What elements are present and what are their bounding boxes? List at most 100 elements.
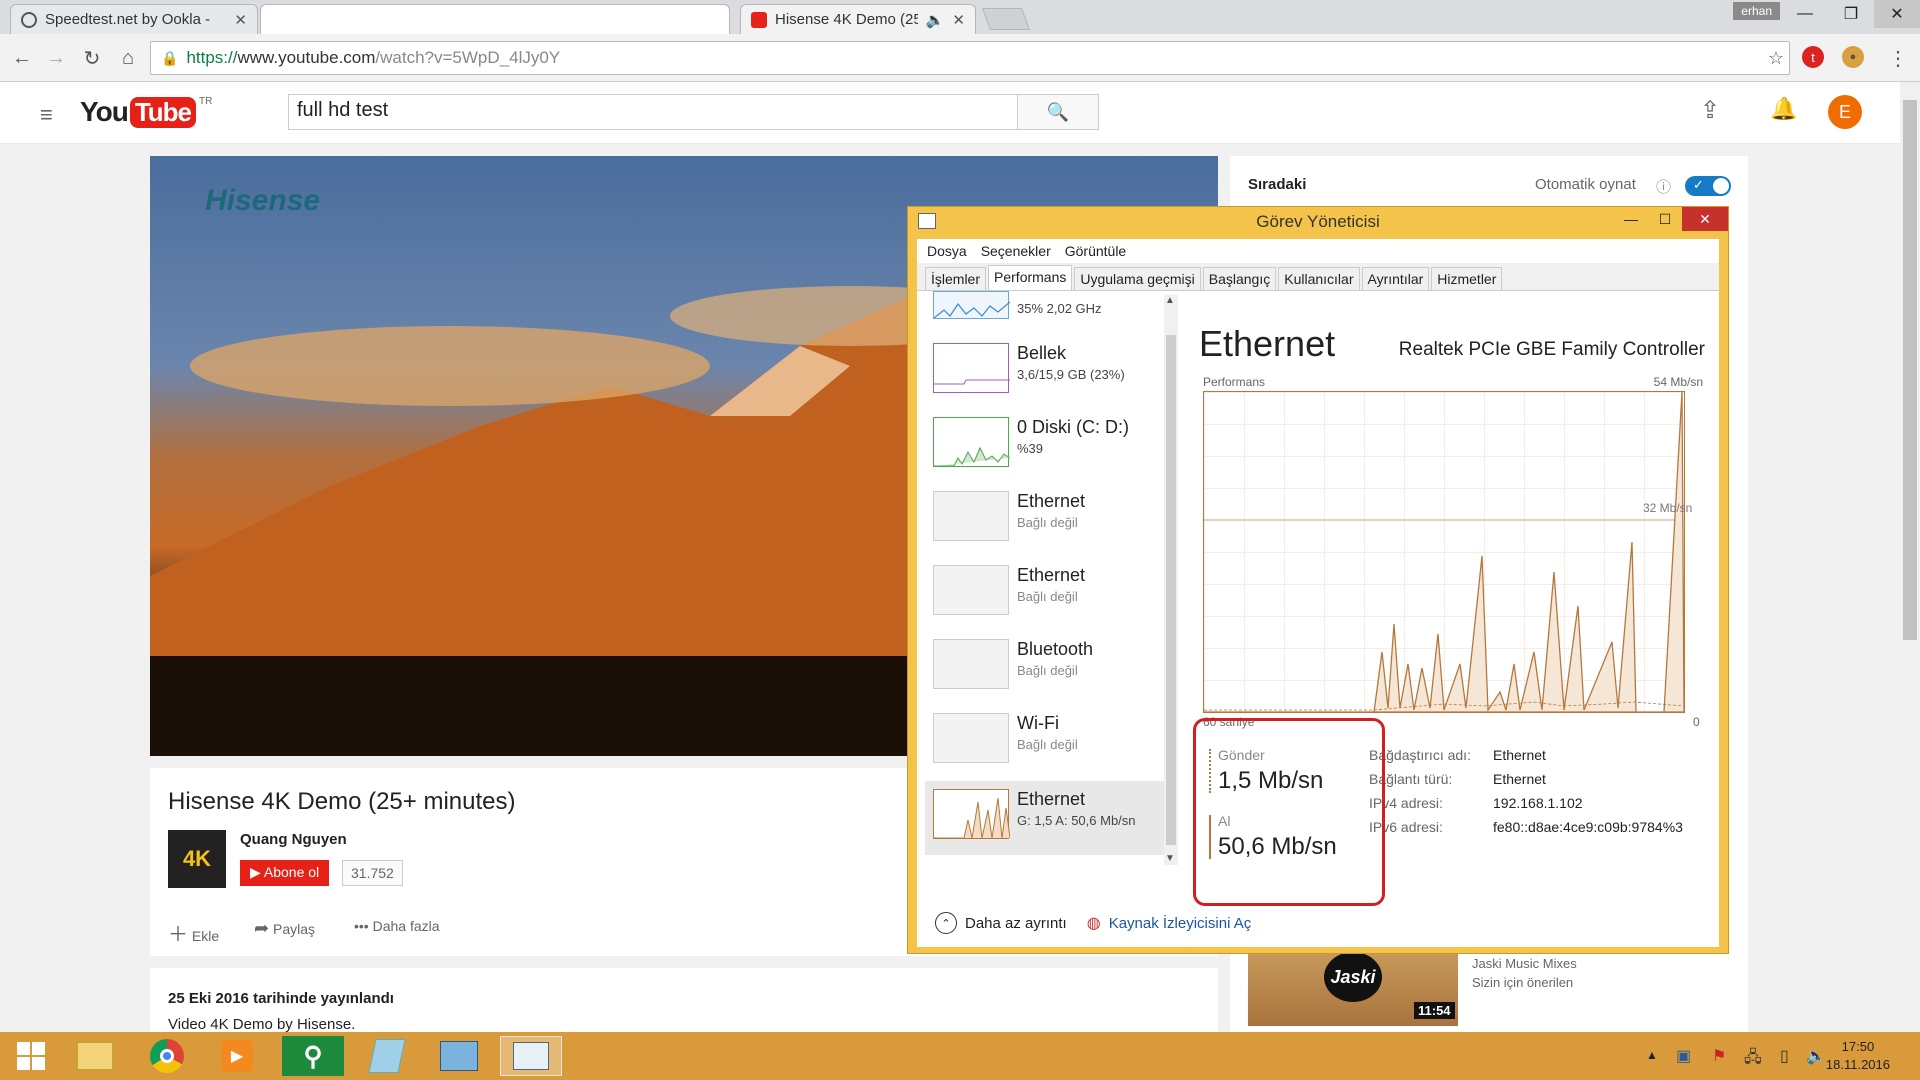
perf-item-ethernet-active[interactable]: Ethernet G: 1,5 A: 50,6 Mb/sn [925, 781, 1165, 855]
search-app-icon[interactable]: ⚲ [282, 1036, 344, 1076]
notes-app-icon[interactable] [356, 1036, 418, 1076]
recommended-channel[interactable]: Jaski Music Mixes [1472, 956, 1577, 971]
channel-name[interactable]: Quang Nguyen [240, 831, 347, 848]
perf-item-disk[interactable]: 0 Diski (C: D:) %39 [925, 409, 1165, 483]
plus-icon: ＋ [168, 924, 188, 946]
start-button[interactable] [0, 1036, 62, 1076]
perf-item-ethernet-1[interactable]: Ethernet Bağlı değil [925, 483, 1165, 557]
windows-taskbar: ▶ ⚲ ▲ ▣ ⚑ 🖧 ▯ 🔈 17:50 18.11.2016 [0, 1032, 1920, 1080]
chrome-icon[interactable] [136, 1036, 198, 1076]
autoplay-toggle[interactable]: ✓ [1685, 176, 1731, 196]
close-window-icon[interactable]: ✕ [1874, 0, 1920, 28]
network-icon[interactable]: 🖧 [1744, 1046, 1762, 1073]
page-scrollbar-thumb[interactable] [1903, 100, 1917, 640]
tab-users[interactable]: Kullanıcılar [1278, 267, 1360, 290]
maximize-icon[interactable]: ❐ [1828, 0, 1874, 28]
perf-item-cpu[interactable]: 35% 2,02 GHz [925, 291, 1165, 335]
graph-zero-label: 0 [1693, 715, 1700, 729]
youtube-header: ≡ You Tube TR full hd test 🔍 ⇪ 🔔 E [0, 82, 1900, 144]
home-icon[interactable]: ⌂ [114, 44, 142, 72]
task-manager-tabs: İşlemler Performans Uygulama geçmişi Baş… [917, 263, 1719, 291]
menu-dots-icon[interactable]: ⋮ [1884, 44, 1912, 72]
tab-blank[interactable] [260, 4, 730, 34]
profile-chip[interactable]: erhan [1733, 2, 1780, 20]
subscribe-button[interactable]: ▶ Abone ol [240, 860, 330, 886]
tab-details[interactable]: Ayrıntılar [1361, 267, 1430, 290]
tab-speedtest[interactable]: Speedtest.net by Ookla - ✕ [10, 4, 258, 34]
minimize-icon[interactable]: — [1782, 0, 1828, 28]
collapse-chevron-icon[interactable]: ⌃ [935, 912, 957, 934]
video-brand-watermark: Hisense [205, 184, 321, 217]
check-icon: ✓ [1693, 177, 1704, 192]
tab-startup[interactable]: Başlangıç [1202, 267, 1277, 290]
perf-item-sub: Bağlı değil [1017, 663, 1078, 678]
video-duration: 11:54 [1414, 1002, 1455, 1019]
jaski-logo: Jaski [1324, 952, 1382, 1002]
ethernet-mini-graph [933, 491, 1009, 541]
back-icon[interactable]: ← [8, 44, 36, 72]
logo-you: You [80, 96, 129, 127]
youtube-logo[interactable]: You Tube TR [80, 96, 212, 128]
prop-value: Ethernet [1493, 771, 1546, 787]
notifications-bell-icon[interactable]: 🔔 [1770, 96, 1797, 122]
more-button[interactable]: ••• Daha fazla [354, 918, 440, 934]
play-icon: ▶ [250, 864, 264, 880]
volume-icon[interactable]: 🔈 [1806, 1046, 1826, 1066]
autoplay-label: Otomatik oynat [1535, 176, 1636, 193]
perf-item-name: Bellek [1017, 343, 1067, 363]
maximize-icon[interactable]: ☐ [1648, 207, 1682, 231]
perf-item-memory[interactable]: Bellek 3,6/15,9 GB (23%) [925, 335, 1165, 409]
new-tab-button[interactable] [981, 8, 1031, 30]
taskbar-clock[interactable]: 17:50 18.11.2016 [1826, 1038, 1890, 1074]
tray-app-icon[interactable]: ▣ [1676, 1046, 1691, 1066]
task-manager-footer: ⌃ Daha az ayrıntı ◍ Kaynak İzleyicisini … [917, 903, 1719, 943]
scroll-down-icon[interactable]: ▼ [1165, 853, 1175, 864]
perf-item-bluetooth[interactable]: Bluetooth Bağlı değil [925, 631, 1165, 705]
info-icon[interactable]: ⓘ [1656, 176, 1671, 197]
task-manager-taskbar-icon[interactable] [500, 1036, 562, 1076]
disk-mini-graph [933, 417, 1011, 467]
menu-options[interactable]: Seçenekler [981, 243, 1051, 259]
menu-view[interactable]: Görüntüle [1065, 243, 1126, 259]
close-icon[interactable]: ✕ [952, 11, 965, 29]
perf-list-scroll-thumb[interactable] [1166, 335, 1176, 845]
menu-file[interactable]: Dosya [927, 243, 967, 259]
tab-performance[interactable]: Performans [988, 265, 1073, 290]
search-input[interactable]: full hd test [288, 94, 1018, 130]
address-bar[interactable]: 🔒 https:// www.youtube.com /watch?v=5WpD… [150, 41, 1790, 75]
media-player-icon[interactable]: ▶ [206, 1036, 268, 1076]
tab-services[interactable]: Hizmetler [1431, 267, 1503, 290]
forward-icon[interactable]: → [42, 44, 70, 72]
close-icon[interactable]: ✕ [234, 11, 247, 29]
tray-flag-icon[interactable]: ⚑ [1712, 1046, 1726, 1066]
search-button[interactable]: 🔍 [1017, 94, 1099, 130]
scroll-up-icon[interactable]: ▲ [1165, 295, 1175, 306]
perf-item-name: Ethernet [1017, 491, 1086, 511]
perf-item-ethernet-2[interactable]: Ethernet Bağlı değil [925, 557, 1165, 631]
perf-item-wifi[interactable]: Wi-Fi Bağlı değil [925, 705, 1165, 779]
fewer-details-link[interactable]: Daha az ayrıntı [965, 915, 1067, 932]
close-icon[interactable]: ✕ [1682, 207, 1728, 231]
logo-tube: Tube [129, 96, 196, 128]
channel-avatar[interactable]: 4K [168, 830, 226, 888]
avatar[interactable]: E [1828, 95, 1862, 129]
upload-icon[interactable]: ⇪ [1700, 96, 1720, 125]
file-explorer-icon[interactable] [64, 1036, 126, 1076]
clock-date: 18.11.2016 [1825, 1057, 1890, 1072]
battery-icon[interactable]: ▯ [1780, 1046, 1789, 1066]
tab-app-history[interactable]: Uygulama geçmişi [1074, 267, 1201, 290]
bookmark-star-icon[interactable]: ☆ [1762, 44, 1790, 72]
tray-expand-icon[interactable]: ▲ [1646, 1048, 1658, 1062]
hamburger-menu-icon[interactable]: ≡ [40, 102, 53, 128]
extension-t-icon[interactable]: t [1802, 46, 1824, 68]
tab-processes[interactable]: İşlemler [925, 267, 987, 290]
control-panel-icon[interactable] [428, 1036, 490, 1076]
share-button[interactable]: ➦ Paylaş [254, 918, 315, 939]
add-button[interactable]: ＋ Ekle [168, 918, 219, 947]
subscribe-label: Abone ol [263, 864, 320, 880]
tab-youtube[interactable]: Hisense 4K Demo (25 🔈 ✕ [740, 4, 976, 34]
reload-icon[interactable]: ↻ [78, 44, 106, 72]
open-resource-monitor-link[interactable]: Kaynak İzleyicisini Aç [1109, 915, 1252, 932]
minimize-icon[interactable]: — [1614, 207, 1648, 231]
extension-cookie-icon[interactable]: ● [1842, 46, 1864, 68]
